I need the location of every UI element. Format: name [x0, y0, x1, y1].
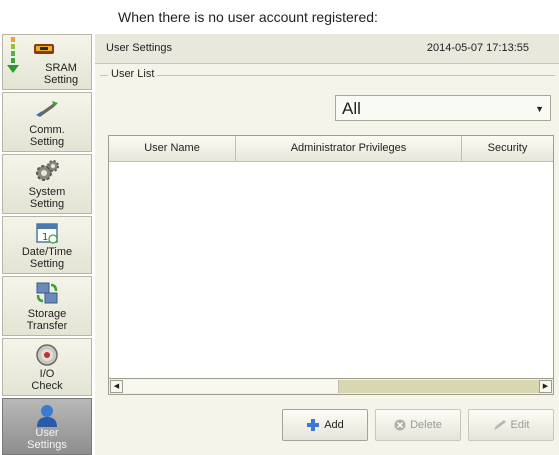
user-icon: [37, 405, 57, 427]
scroll-right-icon[interactable]: ▶: [539, 380, 552, 393]
sidebar-item-label: Date/Time Setting: [21, 246, 73, 270]
sidebar-item-label: Storage Transfer: [26, 308, 68, 332]
page-caption: When there is no user account registered…: [118, 9, 378, 25]
delete-button[interactable]: Delete: [375, 409, 461, 441]
datetime-display: 2014-05-07 17:13:55: [426, 42, 529, 54]
plus-icon: [307, 419, 320, 432]
edit-button-label: Edit: [510, 419, 530, 431]
user-table: User Name Administrator Privileges Secur…: [108, 135, 554, 395]
sidebar-item-storage-transfer[interactable]: Storage Transfer: [2, 276, 92, 336]
user-filter-value: All: [342, 99, 361, 118]
comm-icon: [36, 101, 58, 117]
column-header-security[interactable]: Security: [462, 136, 553, 161]
sidebar: SRAM Setting Comm. Setting System Settin…: [2, 34, 92, 455]
sidebar-item-system-setting[interactable]: System Setting: [2, 154, 92, 214]
download-arrow-icon: [7, 37, 19, 73]
chevron-down-icon: ▼: [535, 104, 544, 114]
sidebar-item-user-settings[interactable]: User Settings: [2, 398, 92, 455]
sidebar-item-label: SRAM Setting: [43, 62, 79, 86]
table-header: User Name Administrator Privileges Secur…: [109, 136, 553, 162]
table-body: [109, 162, 553, 377]
add-button[interactable]: Add: [282, 409, 368, 441]
sidebar-item-label: System Setting: [28, 186, 66, 210]
user-filter-select[interactable]: All ▼: [335, 95, 551, 121]
column-header-admin-privileges[interactable]: Administrator Privileges: [236, 136, 462, 161]
main-panel: User Settings 2014-05-07 17:13:55 User L…: [95, 34, 559, 455]
user-list-label: User List: [108, 68, 158, 80]
scrollbar-thumb[interactable]: [123, 380, 339, 393]
sidebar-item-label: Comm. Setting: [29, 124, 65, 148]
sidebar-item-io-check[interactable]: I/O Check: [2, 338, 92, 396]
sidebar-item-label: I/O Check: [31, 368, 63, 392]
sidebar-item-datetime-setting[interactable]: 1 Date/Time Setting: [2, 216, 92, 274]
pencil-icon: [493, 420, 506, 431]
page-title: User Settings: [106, 42, 173, 54]
delete-icon: [394, 419, 406, 431]
sram-icon: [34, 44, 54, 54]
add-button-label: Add: [324, 419, 344, 431]
column-header-user-name[interactable]: User Name: [109, 136, 236, 161]
calendar-icon: 1: [36, 223, 58, 244]
gear-icon: [36, 160, 59, 181]
sidebar-item-label: User Settings: [27, 427, 67, 451]
svg-text:1: 1: [42, 232, 48, 243]
sidebar-item-sram-setting[interactable]: SRAM Setting: [2, 34, 92, 90]
horizontal-scrollbar[interactable]: ◀ ▶: [108, 378, 554, 395]
io-check-icon: [36, 344, 58, 366]
edit-button[interactable]: Edit: [468, 409, 554, 441]
storage-transfer-icon: [36, 282, 58, 304]
delete-button-label: Delete: [410, 419, 442, 431]
sidebar-item-comm-setting[interactable]: Comm. Setting: [2, 92, 92, 152]
header-bar: User Settings 2014-05-07 17:13:55: [95, 34, 559, 64]
scrollbar-track[interactable]: [339, 380, 539, 393]
scroll-left-icon[interactable]: ◀: [110, 380, 123, 393]
